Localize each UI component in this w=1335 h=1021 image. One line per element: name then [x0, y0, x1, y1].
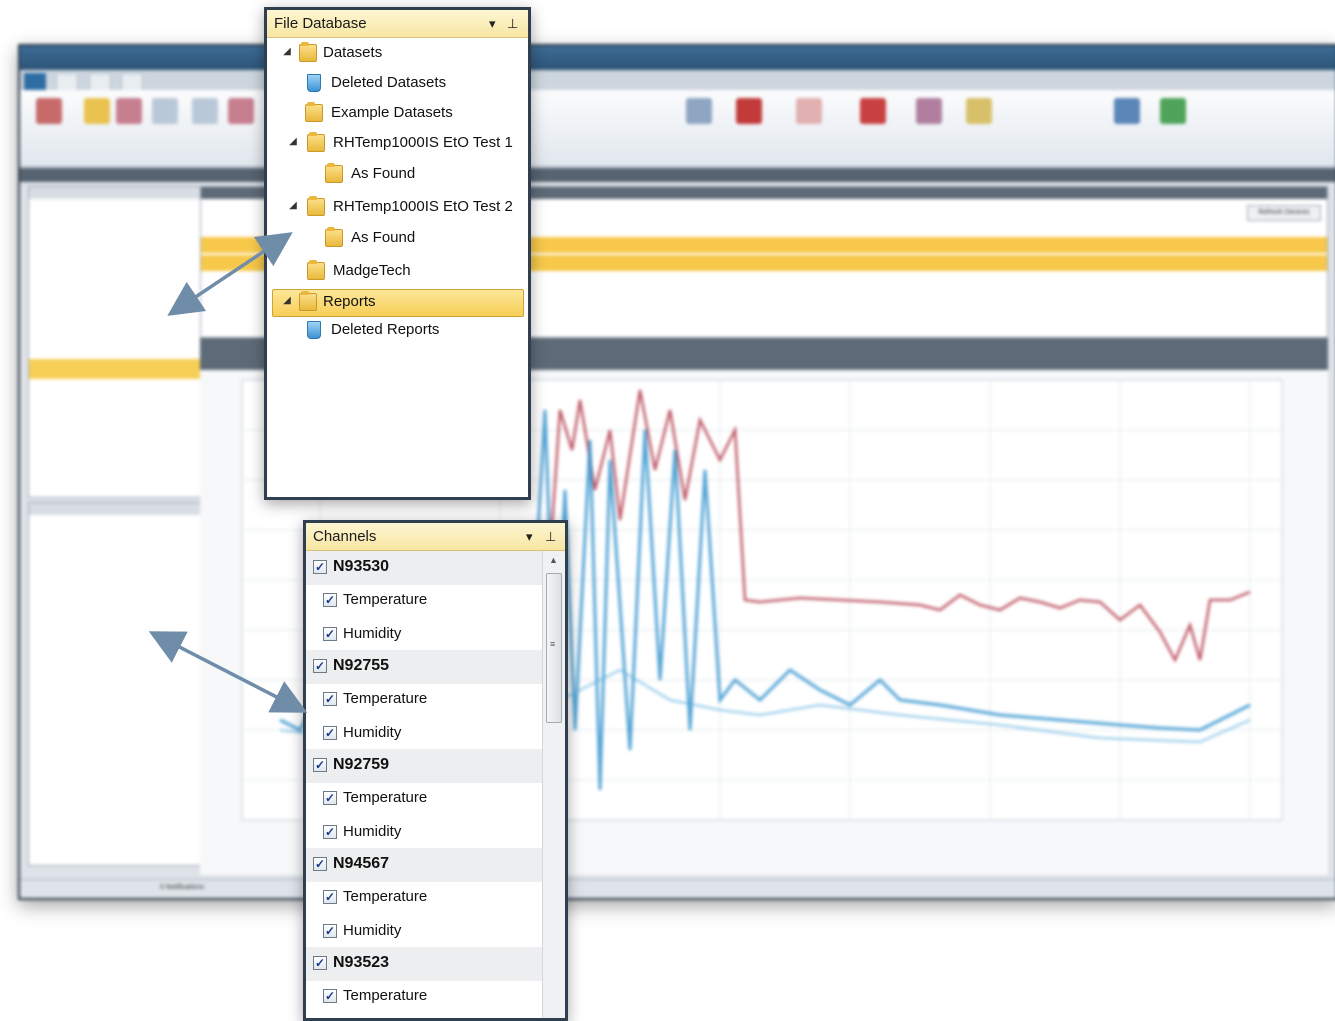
file-database-callout-arrow [167, 232, 293, 316]
channels-callout-arrow [148, 631, 308, 713]
callout-arrows [148, 232, 308, 713]
